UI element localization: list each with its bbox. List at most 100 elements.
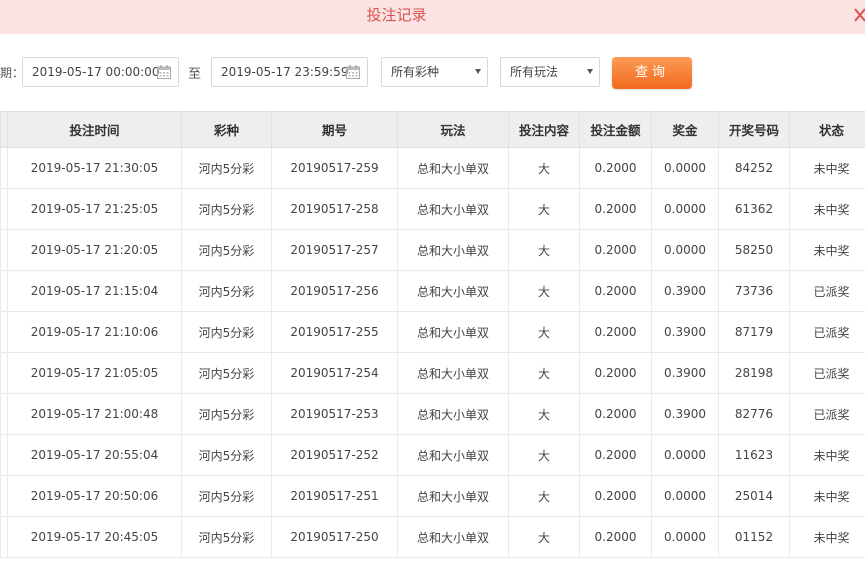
status-cell: 未中奖 (789, 147, 865, 189)
numbers-cell: 82776 (718, 393, 790, 435)
table-row[interactable]: 2019-05-17 21:15:04 河内5分彩 20190517-256 总和大小… (0, 270, 865, 312)
row-edge-cell (0, 475, 8, 517)
row-edge-cell (0, 311, 8, 353)
issue-cell: 20190517-252 (271, 434, 398, 476)
numbers-cell: 25014 (718, 475, 790, 517)
issue-cell: 20190517-250 (271, 516, 398, 558)
table-row[interactable]: 2019-05-17 20:45:05 河内5分彩 20190517-250 总和大小… (0, 516, 865, 558)
play-cell: 总和大小单双 (397, 188, 509, 230)
filter-bar: 期： 2019-05-17 00:00:00 至 2019-05-17 23:5… (0, 34, 865, 111)
header-prize: 奖金 (651, 111, 719, 148)
dropdown-arrow-icon (587, 69, 593, 74)
status-cell: 未中奖 (789, 188, 865, 230)
bet-time-cell: 2019-05-17 21:20:05 (7, 229, 182, 271)
table-row[interactable]: 2019-05-17 21:25:05 河内5分彩 20190517-258 总和大小… (0, 188, 865, 230)
row-edge-cell (0, 352, 8, 394)
play-cell: 总和大小单双 (397, 393, 509, 435)
issue-cell: 20190517-255 (271, 311, 398, 353)
issue-cell: 20190517-258 (271, 188, 398, 230)
amount-cell: 0.2000 (579, 229, 652, 271)
play-type-select[interactable]: 所有玩法 (500, 57, 600, 87)
bet-time-cell: 2019-05-17 20:45:05 (7, 516, 182, 558)
amount-cell: 0.2000 (579, 188, 652, 230)
bet-time-cell: 2019-05-17 20:50:06 (7, 475, 182, 517)
play-type-value: 所有玩法 (510, 65, 559, 79)
content-cell: 大 (508, 229, 580, 271)
table-row[interactable]: 2019-05-17 20:55:04 河内5分彩 20190517-252 总和大小… (0, 434, 865, 476)
bet-records-table: 投注时间 彩种 期号 玩法 投注内容 投注金额 奖金 开奖号码 状态 2019-… (0, 111, 865, 558)
lottery-cell: 河内5分彩 (181, 188, 272, 230)
content-cell: 大 (508, 188, 580, 230)
calendar-icon[interactable] (345, 64, 361, 80)
row-edge-cell (0, 188, 8, 230)
amount-cell: 0.2000 (579, 393, 652, 435)
row-edge-cell (0, 434, 8, 476)
prize-cell: 0.3900 (651, 311, 719, 353)
table-row[interactable]: 2019-05-17 21:20:05 河内5分彩 20190517-257 总和大小… (0, 229, 865, 271)
prize-cell: 0.0000 (651, 229, 719, 271)
play-cell: 总和大小单双 (397, 352, 509, 394)
header-bet-time: 投注时间 (7, 111, 182, 148)
prize-cell: 0.3900 (651, 393, 719, 435)
bet-time-cell: 2019-05-17 21:05:05 (7, 352, 182, 394)
amount-cell: 0.2000 (579, 311, 652, 353)
amount-cell: 0.2000 (579, 147, 652, 189)
lottery-cell: 河内5分彩 (181, 516, 272, 558)
status-cell: 已派奖 (789, 393, 865, 435)
table-header-row: 投注时间 彩种 期号 玩法 投注内容 投注金额 奖金 开奖号码 状态 (0, 111, 865, 148)
content-cell: 大 (508, 393, 580, 435)
status-cell: 未中奖 (789, 475, 865, 517)
status-cell: 已派奖 (789, 352, 865, 394)
dialog-title: 投注记录 (366, 6, 427, 24)
lottery-type-select[interactable]: 所有彩种 (381, 57, 488, 87)
prize-cell: 0.0000 (651, 516, 719, 558)
close-icon[interactable] (852, 5, 865, 25)
header-numbers: 开奖号码 (718, 111, 790, 148)
issue-cell: 20190517-251 (271, 475, 398, 517)
bet-time-cell: 2019-05-17 21:25:05 (7, 188, 182, 230)
header-status: 状态 (789, 111, 865, 148)
content-cell: 大 (508, 516, 580, 558)
start-date-field[interactable]: 2019-05-17 00:00:00 (22, 57, 179, 87)
query-button[interactable]: 查询 (612, 57, 692, 89)
numbers-cell: 11623 (718, 434, 790, 476)
end-date-value: 2019-05-17 23:59:59 (221, 65, 349, 79)
lottery-cell: 河内5分彩 (181, 352, 272, 394)
content-cell: 大 (508, 434, 580, 476)
amount-cell: 0.2000 (579, 516, 652, 558)
status-cell: 未中奖 (789, 434, 865, 476)
amount-cell: 0.2000 (579, 270, 652, 312)
bet-time-cell: 2019-05-17 21:30:05 (7, 147, 182, 189)
table-row[interactable]: 2019-05-17 20:50:06 河内5分彩 20190517-251 总和大小… (0, 475, 865, 517)
status-cell: 未中奖 (789, 516, 865, 558)
content-cell: 大 (508, 352, 580, 394)
lottery-cell: 河内5分彩 (181, 147, 272, 189)
header-lottery: 彩种 (181, 111, 272, 148)
bet-time-cell: 2019-05-17 21:10:06 (7, 311, 182, 353)
end-date-field[interactable]: 2019-05-17 23:59:59 (211, 57, 368, 87)
table-row[interactable]: 2019-05-17 21:05:05 河内5分彩 20190517-254 总和大小… (0, 352, 865, 394)
content-cell: 大 (508, 311, 580, 353)
dialog-header: 投注记录 (0, 0, 865, 35)
row-edge-cell (0, 147, 8, 189)
date-range-label: 期： (0, 66, 25, 80)
table-row[interactable]: 2019-05-17 21:30:05 河内5分彩 20190517-259 总和大小… (0, 147, 865, 189)
status-cell: 未中奖 (789, 229, 865, 271)
lottery-cell: 河内5分彩 (181, 475, 272, 517)
header-play: 玩法 (397, 111, 509, 148)
to-label: 至 (188, 67, 202, 82)
header-amount: 投注金额 (579, 111, 652, 148)
numbers-cell: 87179 (718, 311, 790, 353)
prize-cell: 0.0000 (651, 434, 719, 476)
amount-cell: 0.2000 (579, 434, 652, 476)
bet-time-cell: 2019-05-17 21:15:04 (7, 270, 182, 312)
play-cell: 总和大小单双 (397, 311, 509, 353)
prize-cell: 0.0000 (651, 475, 719, 517)
start-date-value: 2019-05-17 00:00:00 (32, 65, 160, 79)
table-row[interactable]: 2019-05-17 21:10:06 河内5分彩 20190517-255 总和大小… (0, 311, 865, 353)
table-row[interactable]: 2019-05-17 21:00:48 河内5分彩 20190517-253 总和大小… (0, 393, 865, 435)
amount-cell: 0.2000 (579, 475, 652, 517)
calendar-icon[interactable] (156, 64, 172, 80)
dropdown-arrow-icon (475, 69, 481, 74)
issue-cell: 20190517-257 (271, 229, 398, 271)
